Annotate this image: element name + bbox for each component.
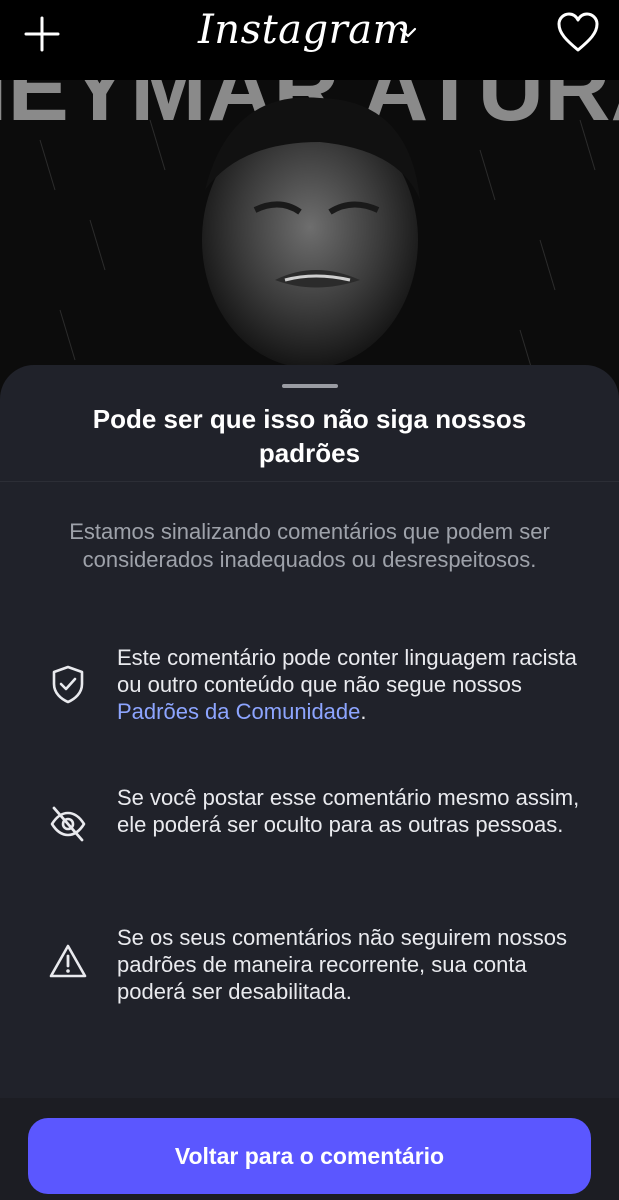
bottom-sheet: Pode ser que isso não siga nossos padrõe… [0,365,619,1200]
back-to-comment-button[interactable]: Voltar para o comentário [28,1118,591,1194]
warning-icon [48,942,88,982]
eye-slash-icon [48,804,88,844]
sheet-title: Pode ser que isso não siga nossos padrõe… [92,404,527,468]
heart-icon[interactable] [556,12,600,54]
top-bar: Instagram [0,0,619,80]
divider [0,481,619,482]
sheet-subtitle: Estamos sinalizando comentários que pode… [69,519,550,572]
app-logo[interactable]: Instagram [198,0,411,60]
info-text-1: Este comentário pode conter linguagem ra… [117,645,577,724]
info-text-3: Se os seus comentários não seguirem noss… [117,925,568,1004]
drag-handle[interactable] [282,384,338,388]
plus-icon[interactable] [22,14,62,54]
post-image: NEYMAR ATURA [0,80,619,400]
chevron-down-icon[interactable] [398,22,418,42]
community-standards-link[interactable]: Padrões da Comunidade [117,699,360,724]
info-text-2: Se você postar esse comentário mesmo ass… [117,785,580,837]
screen: NEYMAR ATURA [0,0,619,1200]
shield-check-icon [48,664,88,704]
